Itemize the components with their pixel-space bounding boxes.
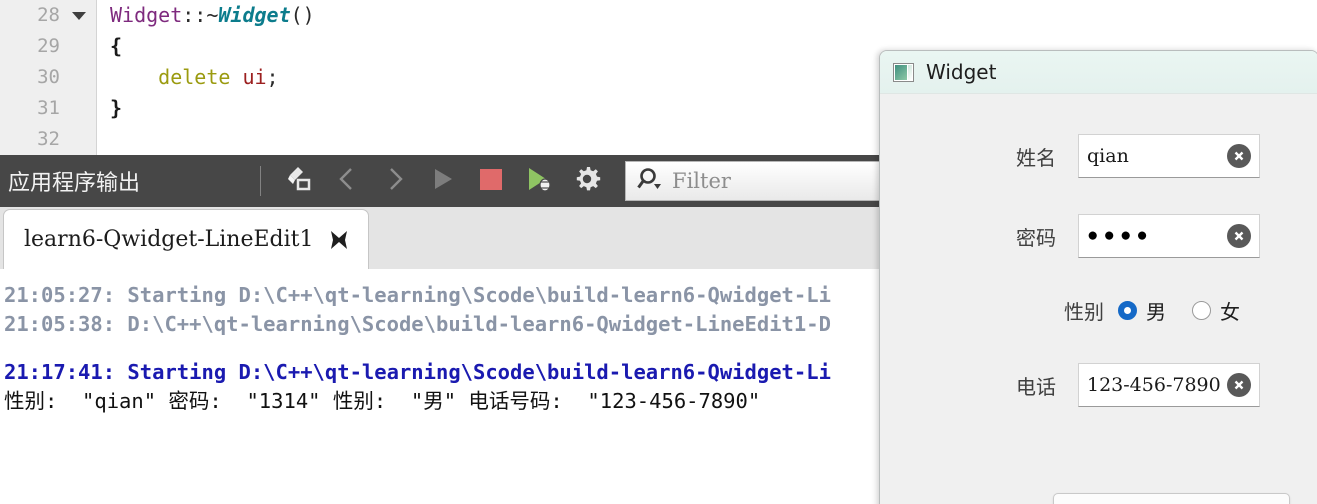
text-input[interactable]: qian	[1078, 134, 1260, 178]
stop-button[interactable]	[467, 157, 515, 205]
clear-circle-icon[interactable]	[1227, 373, 1251, 397]
close-icon[interactable]	[328, 229, 350, 251]
radio-unselected-icon[interactable]	[1192, 301, 1211, 320]
line-number: 30	[37, 66, 60, 88]
clear-output-button[interactable]	[275, 157, 323, 205]
code-line: Widget::~Widget()	[110, 0, 1317, 31]
chevron-left-icon	[334, 164, 360, 199]
clear-circle-icon[interactable]	[1227, 224, 1251, 248]
next-item-button[interactable]	[371, 157, 419, 205]
widget-dialog[interactable]: Widget 确定 姓名 qian 密码 ●●●● 电话 123-456-7890 性别 男 女	[879, 50, 1317, 504]
chevron-right-icon	[382, 164, 408, 199]
text-input[interactable]: 123-456-7890	[1078, 363, 1260, 407]
code-token: delete	[110, 65, 231, 89]
stop-icon	[477, 164, 505, 199]
prev-item-button[interactable]	[323, 157, 371, 205]
gender-label: 性别	[1064, 300, 1104, 324]
gender-radio-row: 性别 男 女	[880, 296, 1317, 325]
gear-icon	[572, 164, 602, 199]
code-token: {	[110, 34, 123, 58]
play-icon	[429, 164, 457, 199]
field-value: 123-456-7890	[1087, 374, 1221, 396]
debug-run-button[interactable]	[515, 157, 563, 205]
toolbar-separator	[260, 166, 261, 196]
field-label: 密码	[1016, 225, 1056, 250]
field-value: qian	[1087, 145, 1129, 167]
line-number: 31	[37, 97, 60, 119]
code-token: Widget	[110, 3, 183, 27]
form-row: 密码 ●●●●	[880, 214, 1317, 258]
output-tab[interactable]: learn6-Qwidget-LineEdit1	[3, 209, 369, 269]
field-value: ●●●●	[1087, 225, 1153, 246]
search-icon	[636, 166, 664, 197]
line-number: 29	[37, 35, 60, 57]
code-token: Widget	[218, 3, 291, 27]
qt-widget-icon	[893, 62, 914, 82]
field-label: 电话	[1016, 374, 1056, 399]
dialog-title-bar[interactable]: Widget	[880, 51, 1317, 94]
run-button[interactable]	[419, 157, 467, 205]
dialog-title: Widget	[926, 60, 997, 84]
clear-circle-icon[interactable]	[1227, 144, 1251, 168]
radio-option[interactable]: 男	[1118, 296, 1166, 325]
output-tab-label: learn6-Qwidget-LineEdit1	[24, 227, 314, 252]
code-token: ui	[230, 65, 267, 89]
dialog-body: 确定 姓名 qian 密码 ●●●● 电话 123-456-7890 性别 男 女	[880, 94, 1317, 504]
line-number: 32	[37, 128, 60, 150]
submit-button[interactable]: 确定	[1053, 493, 1290, 504]
output-pane-title: 应用程序输出	[8, 171, 141, 196]
line-number: 28	[0, 0, 96, 31]
screen-root: 28 29 30 31 32 Widget::~Widget(){ delete ui;…	[0, 0, 1317, 504]
radio-option[interactable]: 女	[1192, 296, 1240, 325]
form-row: 姓名 qian	[880, 134, 1317, 178]
code-token: ::~	[182, 3, 219, 27]
field-label: 姓名	[1016, 145, 1056, 170]
filter-placeholder: Filter	[672, 169, 731, 193]
play-debug-icon	[524, 164, 554, 199]
radio-label: 女	[1220, 300, 1240, 324]
form-row: 电话 123-456-7890	[880, 363, 1317, 407]
code-token: ;	[266, 65, 279, 89]
fold-triangle-icon[interactable]	[72, 12, 86, 20]
radio-label: 男	[1146, 300, 1166, 324]
radio-selected-icon[interactable]	[1118, 301, 1137, 320]
code-token: ()	[290, 3, 315, 27]
settings-button[interactable]	[563, 157, 611, 205]
brush-icon	[284, 164, 314, 199]
code-token: }	[110, 96, 123, 120]
line-number-gutter: 28 29 30 31 32	[0, 0, 97, 155]
password-input[interactable]: ●●●●	[1078, 214, 1260, 258]
